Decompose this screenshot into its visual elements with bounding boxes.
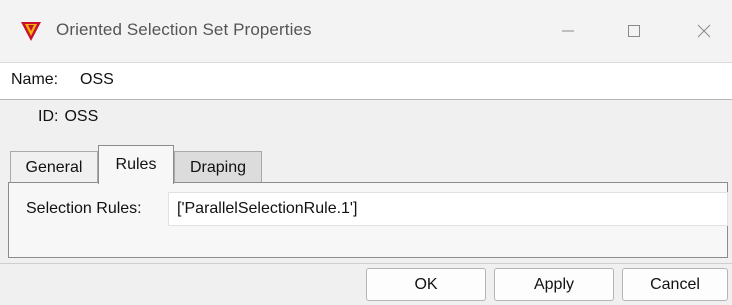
name-field[interactable] (74, 63, 732, 97)
apply-button[interactable]: Apply (494, 268, 614, 301)
title-bar: Oriented Selection Set Properties (0, 0, 732, 62)
maximize-icon (628, 25, 640, 37)
cancel-button[interactable]: Cancel (622, 268, 728, 301)
name-row: Name: (0, 62, 732, 100)
minimize-icon (562, 30, 574, 32)
close-icon (697, 24, 711, 38)
maximize-button[interactable] (606, 0, 662, 62)
selection-rules-field[interactable] (168, 192, 728, 226)
app-logo-icon (21, 22, 41, 41)
name-label: Name: (11, 71, 59, 88)
window-title: Oriented Selection Set Properties (56, 20, 312, 39)
ok-button[interactable]: OK (366, 268, 486, 301)
rules-tab-panel: Selection Rules: (8, 182, 728, 258)
selection-rules-label: Selection Rules: (26, 200, 142, 217)
button-bar-divider (0, 263, 732, 264)
minimize-button[interactable] (540, 0, 596, 62)
tab-general[interactable]: General (10, 151, 98, 183)
tab-rules[interactable]: Rules (98, 145, 174, 184)
id-row: ID: OSS (38, 108, 98, 126)
tab-draping[interactable]: Draping (174, 151, 262, 183)
id-label: ID: (38, 108, 59, 125)
id-value: OSS (64, 108, 99, 125)
close-button[interactable] (676, 0, 732, 62)
